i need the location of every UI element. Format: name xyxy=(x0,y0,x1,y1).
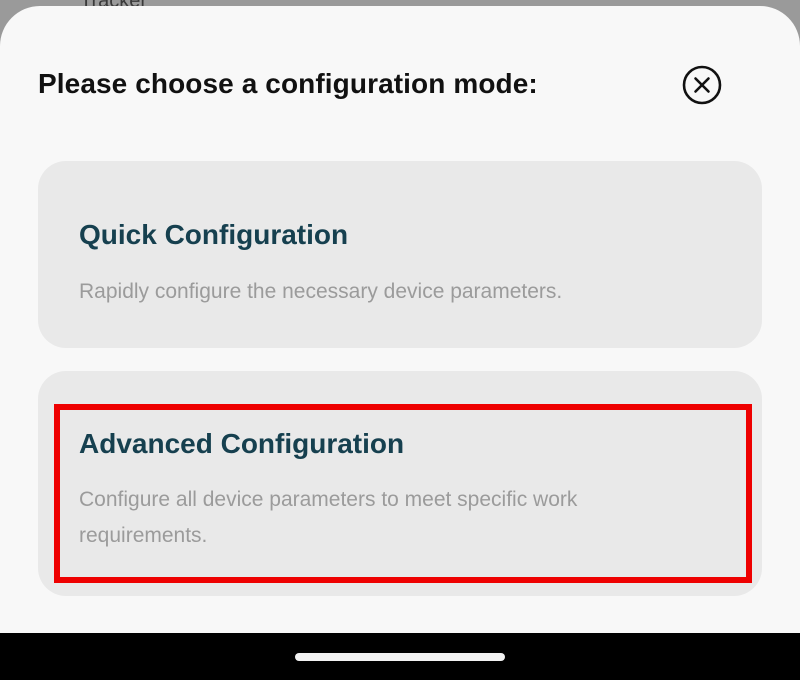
option-description: Rapidly configure the necessary device p… xyxy=(79,280,563,303)
close-button[interactable] xyxy=(682,65,722,105)
option-title: Quick Configuration xyxy=(79,219,349,250)
system-navigation-bar xyxy=(0,633,800,680)
dialog-title: Please choose a configuration mode: xyxy=(38,68,538,99)
option-title: Advanced Configuration xyxy=(79,428,405,459)
quick-configuration-option[interactable]: Quick Configuration Rapidly configure th… xyxy=(38,161,762,348)
advanced-configuration-option[interactable]: Advanced Configuration Configure all dev… xyxy=(38,371,762,596)
close-circle-icon xyxy=(682,65,722,105)
option-description: Configure all device parameters to meet … xyxy=(79,488,578,547)
home-indicator[interactable] xyxy=(295,653,505,661)
